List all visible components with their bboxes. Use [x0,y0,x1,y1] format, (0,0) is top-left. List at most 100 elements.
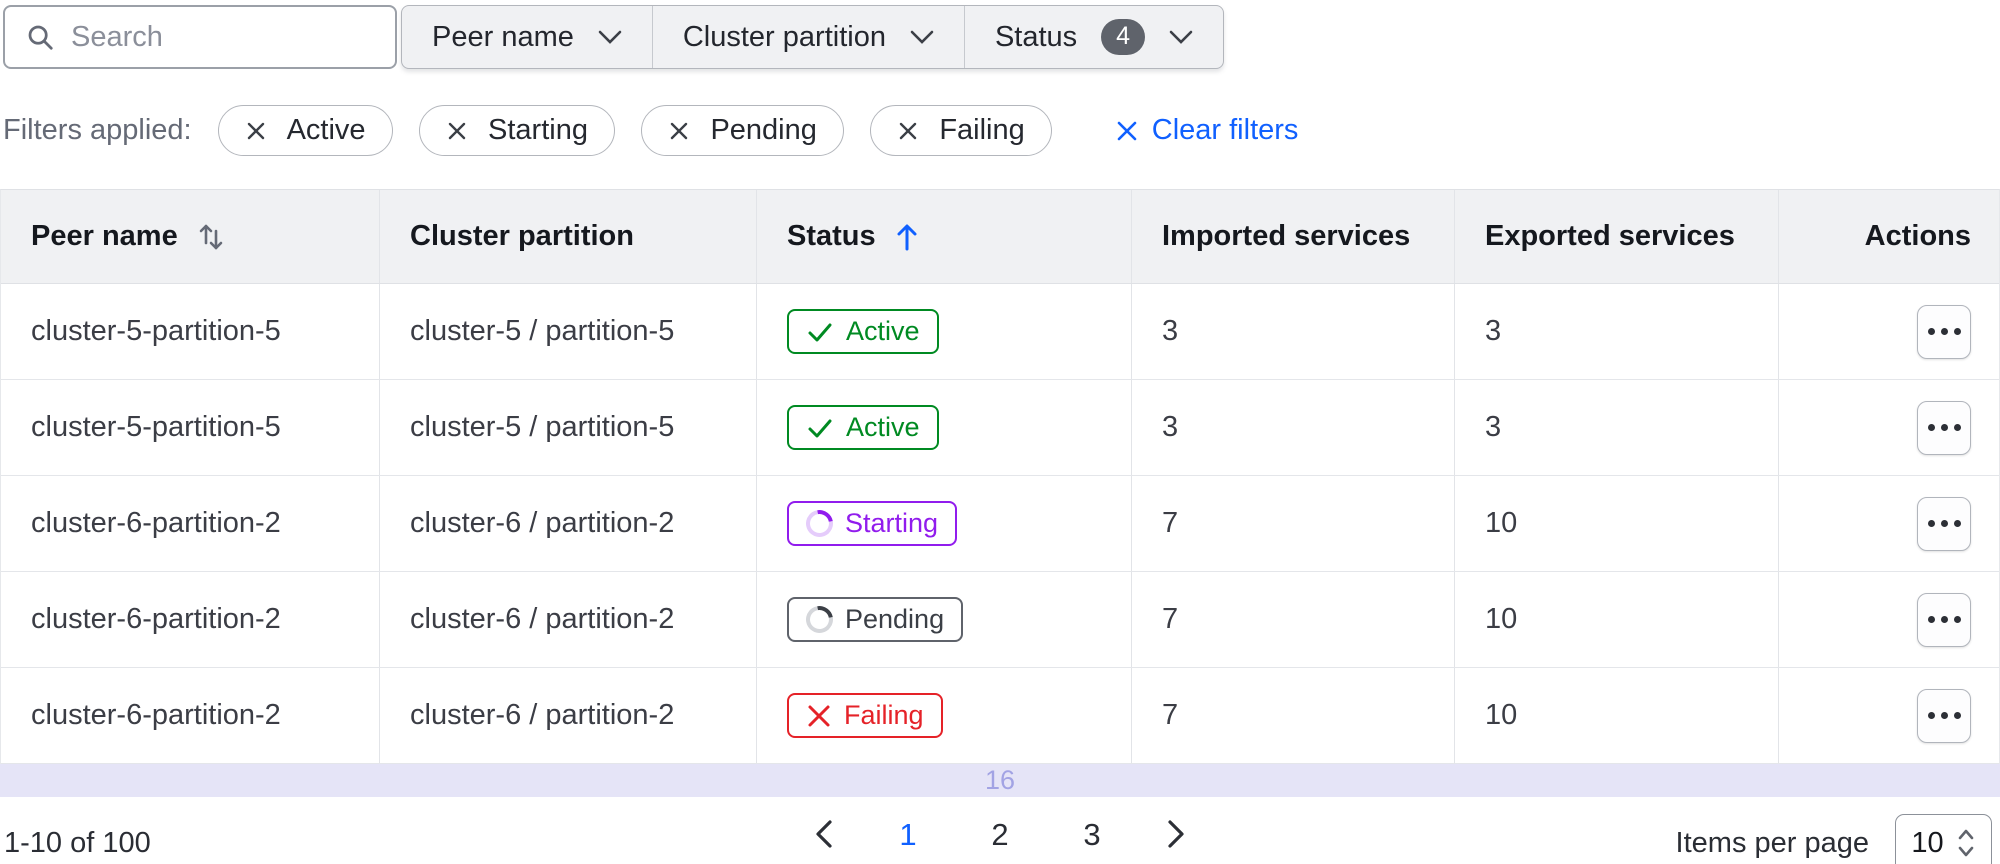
items-per-page-label: Items per page [1675,826,1869,859]
table-row: cluster-6-partition-2 cluster-6 / partit… [1,476,1999,572]
filter-pill[interactable]: Starting [419,105,615,156]
imported-services-cell: 7 [1131,668,1454,763]
status-cell: Active [756,284,1131,379]
previous-page-button[interactable] [801,809,847,862]
peers-table: Peer name Cluster partition Status Impor… [0,189,2000,764]
row-actions-button[interactable] [1917,400,1971,455]
table-row: cluster-6-partition-2 cluster-6 / partit… [1,572,1999,668]
status-badge: Starting [787,501,958,546]
clear-filters-label: Clear filters [1151,114,1299,146]
exported-services-cell: 10 [1454,572,1778,667]
status-badge-label: Pending [845,604,945,634]
column-header-imported-services: Imported services [1131,190,1454,283]
search-icon [28,25,53,50]
filter-pill[interactable]: Active [217,105,393,156]
column-header-label: Cluster partition [410,220,634,252]
pager: 1 2 3 [801,809,1199,864]
cluster-partition-cell: cluster-5 / partition-5 [379,380,756,475]
items-per-page-select[interactable]: 10 [1895,814,1992,864]
filter-pill-label: Failing [939,114,1025,146]
filters-applied-row: Filters applied: Active Starting Pending… [3,105,2000,156]
chevron-right-icon [1168,820,1184,848]
table-header-row: Peer name Cluster partition Status Impor… [1,190,1999,284]
page-button-3[interactable]: 3 [1061,809,1123,864]
check-icon [808,323,832,341]
remove-filter-icon[interactable] [446,120,468,142]
page-number: 3 [1083,817,1101,852]
status-badge-label: Failing [844,700,924,730]
remove-filter-icon[interactable] [897,120,919,142]
filter-dropdown-group: Peer name Cluster partition Status 4 [401,5,1225,69]
spinner-icon [800,600,839,639]
clear-filters-link[interactable]: Clear filters [1116,114,1299,147]
row-actions-button[interactable] [1917,496,1971,551]
actions-cell [1778,284,2000,379]
x-icon [808,705,830,726]
status-cell: Pending [756,572,1131,667]
sort-ascending-icon [897,224,917,250]
row-actions-button[interactable] [1917,304,1971,359]
table-row: cluster-5-partition-5 cluster-5 / partit… [1,284,1999,380]
filter-pill[interactable]: Pending [641,105,844,156]
column-header-exported-services: Exported services [1454,190,1778,283]
page-button-2[interactable]: 2 [969,809,1031,864]
next-page-button[interactable] [1153,809,1199,862]
status-dropdown-label: Status [994,20,1078,53]
status-cell: Active [756,380,1131,475]
status-dropdown[interactable]: Status 4 [963,6,1223,68]
actions-cell [1778,380,2000,475]
actions-cell [1778,572,2000,667]
page-number: 1 [899,817,917,852]
cluster-partition-cell: cluster-6 / partition-2 [379,572,756,667]
peer-name-cell: cluster-5-partition-5 [31,411,281,443]
pagination-bar: 1-10 of 100 1 2 3 Items per page 10 [0,803,2000,864]
column-header-status[interactable]: Status [756,190,1131,283]
status-badge-label: Active [846,412,920,442]
column-header-label: Actions [1864,220,1971,252]
stepper-icon [1958,829,1973,857]
cluster-partition-dropdown-label: Cluster partition [682,20,886,53]
column-header-label: Peer name [31,220,178,252]
chevron-down-icon [598,30,622,44]
peer-name-cell: cluster-6-partition-2 [31,507,281,539]
filters-applied-label: Filters applied: [3,114,192,146]
peer-name-cell: cluster-5-partition-5 [31,315,281,347]
table-row: cluster-5-partition-5 cluster-5 / partit… [1,380,1999,476]
peer-name-dropdown[interactable]: Peer name [402,6,652,68]
pagination-range: 1-10 of 100 [4,826,151,859]
page-button-1[interactable]: 1 [877,809,939,864]
exported-services-cell: 3 [1454,380,1778,475]
search-box[interactable] [3,5,397,69]
items-per-page: Items per page 10 [1676,814,1992,864]
column-header-label: Exported services [1485,220,1735,252]
scroll-indicator-strip: 16 [0,764,2000,797]
sort-swap-icon [199,224,223,249]
actions-cell [1778,668,2000,763]
remove-filter-icon[interactable] [245,120,267,142]
filter-pill[interactable]: Failing [870,105,1052,156]
chevron-down-icon [1169,30,1193,44]
filter-pills: Active Starting Pending Failing [217,105,1074,156]
row-actions-button[interactable] [1917,688,1971,743]
status-badge: Active [787,405,939,450]
exported-services-cell: 10 [1454,476,1778,571]
peer-name-cell: cluster-6-partition-2 [31,603,281,635]
filter-toolbar: Peer name Cluster partition Status 4 [3,5,2000,69]
row-actions-button[interactable] [1917,592,1971,647]
status-cell: Failing [756,668,1131,763]
search-input[interactable] [71,20,375,54]
remove-filter-icon[interactable] [668,120,690,142]
imported-services-cell: 3 [1131,284,1454,379]
status-badge: Active [787,309,939,354]
check-icon [808,419,832,437]
filter-pill-label: Active [286,114,366,146]
cluster-partition-dropdown[interactable]: Cluster partition [651,6,964,68]
table-row: cluster-6-partition-2 cluster-6 / partit… [1,668,1999,764]
cluster-partition-cell: cluster-6 / partition-2 [379,668,756,763]
column-header-cluster-partition: Cluster partition [379,190,756,283]
chevron-left-icon [816,820,832,848]
cluster-partition-cell: cluster-5 / partition-5 [379,284,756,379]
column-header-peer-name[interactable]: Peer name [1,190,379,283]
imported-services-cell: 7 [1131,476,1454,571]
imported-services-cell: 7 [1131,572,1454,667]
